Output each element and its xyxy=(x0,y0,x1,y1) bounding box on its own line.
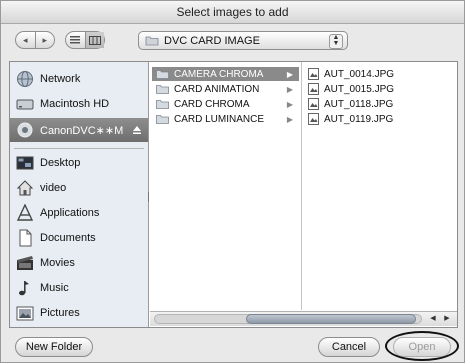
sidebar-item-label: CanonDVC∗∗M xyxy=(40,124,124,137)
forward-arrow-icon: ▸ xyxy=(42,34,48,45)
column-view-button[interactable] xyxy=(84,32,104,48)
back-arrow-icon: ◂ xyxy=(22,34,28,45)
folder-icon xyxy=(156,70,169,79)
music-icon xyxy=(19,281,29,296)
dialog-title: Select images to add xyxy=(1,1,464,24)
folder-label: CARD ANIMATION xyxy=(174,83,260,95)
sidebar-item-macintosh-hd[interactable]: Macintosh HD xyxy=(10,93,148,115)
movies-icon xyxy=(17,256,33,270)
disclosure-chevron-icon: ▶ xyxy=(286,84,293,94)
eject-icon[interactable] xyxy=(132,125,142,135)
jpeg-file-icon xyxy=(308,98,319,110)
view-mode-control[interactable] xyxy=(65,31,105,49)
camera-disk-icon xyxy=(17,122,33,138)
home-folder-icon xyxy=(16,180,34,196)
file-row[interactable]: AUT_0015.JPG xyxy=(304,82,455,96)
sidebar-item-label: Applications xyxy=(40,207,100,219)
sidebar-item-desktop[interactable]: Desktop xyxy=(10,152,148,174)
folder-row-card-chroma[interactable]: CARD CHROMA ▶ xyxy=(152,97,299,111)
sidebar: Network Macintosh HD CanonDVC∗∗M Desktop… xyxy=(10,62,149,327)
sidebar-item-label: Network xyxy=(40,73,81,85)
list-view-icon xyxy=(70,36,81,44)
folder-label: CAMERA CHROMA xyxy=(174,68,264,80)
folder-icon xyxy=(156,100,169,109)
file-row[interactable]: AUT_0118.JPG xyxy=(304,97,455,111)
scroll-left-arrow-icon[interactable]: ◀ xyxy=(426,313,440,325)
sidebar-item-video[interactable]: video xyxy=(10,177,148,199)
folder-column: CAMERA CHROMA ▶ CARD ANIMATION ▶ CARD CH… xyxy=(150,62,302,310)
sidebar-item-label: Music xyxy=(40,282,69,294)
applications-icon xyxy=(16,204,34,221)
hard-drive-icon xyxy=(16,99,34,110)
file-label: AUT_0119.JPG xyxy=(324,113,394,125)
sidebar-item-label: video xyxy=(40,182,67,194)
sidebar-item-canondvc[interactable]: CanonDVC∗∗M xyxy=(10,118,148,142)
jpeg-file-icon xyxy=(308,68,319,80)
sidebar-item-label: Documents xyxy=(40,232,96,244)
column-view-icon xyxy=(88,35,101,45)
sidebar-item-movies[interactable]: Movies xyxy=(10,252,148,274)
file-column: AUT_0014.JPG AUT_0015.JPG AUT_0118.JPG A… xyxy=(302,62,457,310)
sidebar-item-label: Macintosh HD xyxy=(40,98,110,110)
folder-label: CARD LUMINANCE xyxy=(174,113,265,125)
pictures-icon xyxy=(16,306,34,321)
disclosure-chevron-icon: ▶ xyxy=(286,69,293,79)
network-globe-icon xyxy=(17,71,33,87)
folder-row-card-animation[interactable]: CARD ANIMATION ▶ xyxy=(152,82,299,96)
sidebar-item-documents[interactable]: Documents xyxy=(10,227,148,249)
file-label: AUT_0118.JPG xyxy=(324,98,394,110)
folder-row-card-luminance[interactable]: CARD LUMINANCE ▶ xyxy=(152,112,299,126)
sidebar-item-applications[interactable]: Applications xyxy=(10,202,148,224)
disclosure-chevron-icon: ▶ xyxy=(286,114,293,124)
sidebar-item-network[interactable]: Network xyxy=(10,68,148,90)
location-popup[interactable]: DVC CARD IMAGE ▲ ▼ xyxy=(138,31,348,50)
file-row[interactable]: AUT_0014.JPG xyxy=(304,67,455,81)
back-forward-control[interactable]: ◂ ▸ xyxy=(15,31,55,49)
cancel-button[interactable]: Cancel xyxy=(318,337,380,357)
horizontal-scrollbar[interactable]: ◀ ▶ xyxy=(150,311,457,326)
list-view-button[interactable] xyxy=(66,32,85,48)
file-label: AUT_0014.JPG xyxy=(324,68,395,80)
select-images-dialog: Select images to add ◂ ▸ DVC CARD IMAGE … xyxy=(0,0,465,363)
folder-row-camera-chroma[interactable]: CAMERA CHROMA ▶ xyxy=(152,67,299,81)
documents-icon xyxy=(19,229,32,247)
new-folder-button[interactable]: New Folder xyxy=(15,337,93,357)
sidebar-divider xyxy=(14,148,144,149)
sidebar-item-label: Pictures xyxy=(40,307,80,319)
open-button-callout-ring xyxy=(385,331,459,361)
forward-button[interactable]: ▸ xyxy=(34,32,55,48)
file-label: AUT_0015.JPG xyxy=(324,83,395,95)
folder-icon xyxy=(156,115,169,124)
scrollbar-thumb[interactable] xyxy=(246,314,416,324)
jpeg-file-icon xyxy=(308,83,319,95)
desktop-icon xyxy=(16,156,34,170)
location-label: DVC CARD IMAGE xyxy=(164,34,260,47)
sidebar-item-label: Movies xyxy=(40,257,75,269)
folder-label: CARD CHROMA xyxy=(174,98,250,110)
popup-arrows-icon: ▲ ▼ xyxy=(329,34,343,49)
back-button[interactable]: ◂ xyxy=(16,32,35,48)
folder-icon xyxy=(145,36,159,46)
sidebar-item-music[interactable]: Music xyxy=(10,277,148,299)
browser-panel: Network Macintosh HD CanonDVC∗∗M Desktop… xyxy=(9,61,458,328)
sidebar-item-pictures[interactable]: Pictures xyxy=(10,302,148,324)
scroll-right-arrow-icon[interactable]: ▶ xyxy=(440,313,454,325)
disclosure-chevron-icon: ▶ xyxy=(286,99,293,109)
sidebar-item-label: Desktop xyxy=(40,157,81,169)
jpeg-file-icon xyxy=(308,113,319,125)
file-row[interactable]: AUT_0119.JPG xyxy=(304,112,455,126)
folder-icon xyxy=(156,85,169,94)
